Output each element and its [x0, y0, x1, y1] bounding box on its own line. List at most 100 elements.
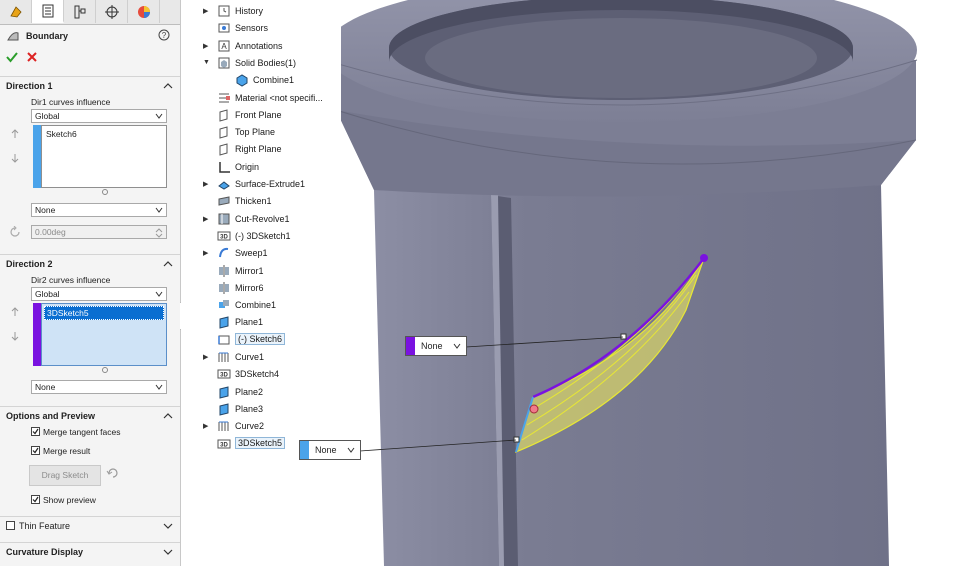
ok-check-icon[interactable] [6, 51, 18, 63]
connector-handle[interactable] [620, 333, 627, 340]
collapse-chevron-icon[interactable] [162, 410, 174, 422]
appearance-icon [137, 5, 150, 18]
tree-item[interactable]: Mirror6 [181, 281, 341, 296]
collapse-chevron-icon[interactable] [162, 258, 174, 270]
tree-item[interactable]: 3D 3DSketch4 [181, 367, 341, 382]
tree-item-label: (-) Sketch6 [235, 332, 286, 345]
tree-item[interactable]: Right Plane [181, 142, 341, 157]
tree-item-label: (-) 3DSketch1 [235, 230, 291, 241]
tree-item[interactable]: Plane3 [181, 402, 341, 417]
collapse-arrow-icon[interactable]: ▼ [203, 59, 210, 66]
tree-item-label: Annotations [235, 40, 283, 51]
tree-item-label: Curve2 [235, 421, 265, 432]
thin-feature-header[interactable]: Thin Feature [0, 516, 180, 534]
connector-handle[interactable] [513, 436, 520, 443]
graphics-viewport[interactable]: None None [299, 0, 960, 566]
property-manager: Boundary ? Direction 1 Dir1 curves influ… [0, 0, 181, 566]
tree-item[interactable]: ▶ Cut-Revolve1 [181, 212, 341, 227]
connector-point[interactable] [529, 404, 539, 414]
move-down-arrow-icon[interactable] [10, 331, 20, 341]
options-header[interactable]: Options and Preview [0, 406, 180, 424]
help-icon[interactable]: ? [158, 29, 170, 41]
tree-item[interactable]: Thicken1 [181, 194, 341, 209]
chevron-down-icon [155, 113, 163, 119]
property-manager-tab[interactable] [32, 0, 64, 23]
expand-arrow-icon[interactable]: ▶ [203, 353, 208, 361]
tree-item[interactable]: Plane1 [181, 315, 341, 330]
appearance-tab[interactable] [128, 0, 160, 23]
tree-item[interactable]: (-) Sketch6 [181, 332, 341, 348]
resize-handle[interactable] [102, 189, 108, 195]
expand-arrow-icon[interactable]: ▶ [203, 7, 208, 15]
tree-item[interactable]: Combine1 [181, 73, 341, 88]
tree-item-label: Solid Bodies(1) [235, 57, 297, 68]
curve-endpoint[interactable] [700, 254, 708, 262]
dir2-influence-value: Global [35, 289, 60, 299]
collapse-chevron-icon[interactable] [162, 80, 174, 92]
resize-handle[interactable] [102, 367, 108, 373]
plane-icon [219, 143, 228, 157]
expand-arrow-icon[interactable]: ▶ [203, 215, 208, 223]
drag-sketch-button[interactable]: Drag Sketch [29, 465, 101, 486]
dir1-tangency-select[interactable]: None [31, 203, 167, 217]
tree-item[interactable]: ▼ Solid Bodies(1) [181, 56, 341, 71]
plane-feature-icon [219, 403, 229, 416]
expand-arrow-icon[interactable]: ▶ [203, 249, 208, 257]
svg-text:3D: 3D [220, 442, 228, 448]
model-canvas[interactable] [324, 0, 960, 566]
tree-item[interactable]: Plane2 [181, 385, 341, 400]
tree-item[interactable]: Top Plane [181, 125, 341, 140]
expand-chevron-icon[interactable] [162, 520, 174, 532]
dir1-angle-spinner[interactable]: 0.00deg [31, 225, 167, 239]
cancel-x-icon[interactable] [26, 51, 38, 63]
spinner-arrows-icon [155, 228, 163, 238]
tree-item[interactable]: Front Plane [181, 108, 341, 123]
undo-icon[interactable] [106, 467, 120, 479]
bore-floor [425, 18, 817, 98]
tree-item-label: Combine1 [235, 300, 277, 311]
dir2-tangency-callout[interactable]: None [299, 440, 361, 460]
expand-arrow-icon[interactable]: ▶ [203, 42, 208, 50]
tree-item[interactable]: ▶ Sweep1 [181, 246, 341, 261]
property-manager-icon [42, 4, 53, 17]
dir2-tangency-select[interactable]: None [31, 380, 167, 394]
move-up-arrow-icon[interactable] [10, 307, 20, 317]
curvature-display-header[interactable]: Curvature Display [0, 542, 180, 560]
list-item[interactable]: Sketch6 [44, 128, 79, 140]
move-down-arrow-icon[interactable] [10, 153, 20, 163]
feature-manager-tab[interactable] [0, 0, 32, 23]
move-up-arrow-icon[interactable] [10, 129, 20, 139]
merge-tangent-checkbox[interactable] [31, 427, 40, 436]
tree-item[interactable]: ▶ Curve1 [181, 350, 341, 365]
tree-item[interactable]: ▶ Surface-Extrude1 [181, 177, 341, 192]
direction2-header[interactable]: Direction 2 [0, 254, 180, 272]
svg-text:3D: 3D [220, 373, 228, 379]
tree-item[interactable]: Origin [181, 160, 341, 175]
expand-arrow-icon[interactable]: ▶ [203, 180, 208, 188]
dir1-tangency-callout[interactable]: None [405, 336, 467, 356]
tree-item[interactable]: Mirror1 [181, 264, 341, 279]
dir1-curves-list[interactable]: Sketch6 [41, 125, 167, 188]
chevron-down-icon [155, 207, 163, 213]
dir2-curves-list[interactable]: 3DSketch5 [41, 303, 167, 366]
dimxpert-tab[interactable] [96, 0, 128, 23]
list-item[interactable]: 3DSketch5 [44, 306, 164, 320]
tree-item[interactable]: 3D (-) 3DSketch1 [181, 229, 341, 244]
tree-item[interactable]: ▶ A Annotations [181, 39, 341, 54]
dir2-influence-select[interactable]: Global [31, 287, 167, 301]
tree-item[interactable]: Material <not specifi... [181, 91, 341, 106]
direction1-header[interactable]: Direction 1 [0, 76, 180, 94]
expand-arrow-icon[interactable]: ▶ [203, 422, 208, 430]
tree-item[interactable]: Combine1 [181, 298, 341, 313]
tree-item[interactable]: Sensors [181, 21, 341, 36]
expand-chevron-icon[interactable] [162, 546, 174, 558]
show-preview-checkbox[interactable] [31, 495, 40, 504]
tree-item[interactable]: ▶ History [181, 4, 341, 19]
tree-item-label: Plane1 [235, 317, 264, 328]
merge-result-checkbox[interactable] [31, 446, 40, 455]
dir1-influence-select[interactable]: Global [31, 109, 167, 123]
tree-item[interactable]: ▶ Curve2 [181, 419, 341, 434]
rotate-angle-icon [10, 226, 20, 237]
configuration-manager-tab[interactable] [64, 0, 96, 23]
thin-feature-checkbox[interactable] [6, 521, 15, 530]
